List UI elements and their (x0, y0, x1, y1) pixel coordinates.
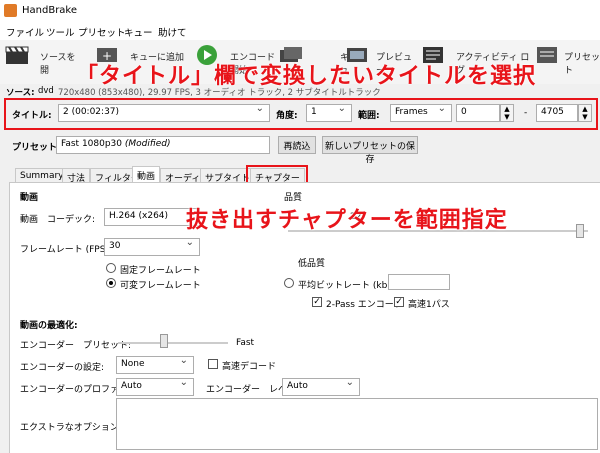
range-type-select[interactable]: Frames (390, 103, 452, 122)
level-select[interactable]: Auto (282, 377, 360, 396)
turbo-checkbox[interactable]: ✓ (394, 297, 404, 307)
range-start-spinner[interactable]: ▲ ▼ (500, 104, 514, 122)
source-details: 720x480 (853x480), 29.97 FPS, 3 オーディオ トラ… (58, 88, 381, 98)
range-end-spinner[interactable]: ▲ ▼ (578, 104, 592, 122)
angle-label: 角度: (276, 111, 298, 121)
video-section-title: 動画 (20, 193, 39, 203)
profile-select[interactable]: Auto (116, 377, 194, 396)
preset-modified: (Modified) (124, 139, 171, 149)
reload-preset-button[interactable]: 再読込 (278, 136, 316, 154)
range-label: 範囲: (358, 111, 380, 121)
tune-select[interactable]: None (116, 355, 194, 374)
level-value: Auto (287, 381, 308, 391)
clapperboard-icon (5, 46, 29, 64)
avg-bitrate-input[interactable] (388, 274, 450, 290)
source-info-row: ソース: dvd 720x480 (853x480), 29.97 FPS, 3… (0, 84, 600, 98)
range-type-value: Frames (395, 107, 428, 117)
quality-slider-thumb[interactable] (576, 224, 584, 238)
angle-select-value: 1 (311, 107, 317, 117)
encoder-preset-thumb[interactable] (160, 334, 168, 348)
source-label: ソース: (6, 88, 35, 98)
constant-fps-label: 固定フレームレート (120, 266, 201, 276)
preset-name: Fast 1080p30 (61, 139, 123, 149)
title-select[interactable]: 2 (00:02:37) (58, 103, 270, 122)
variable-fps-label: 可変フレームレート (120, 281, 201, 291)
fast-decode-label: 高速デコード (222, 362, 277, 372)
turbo-label: 高速1パス (408, 300, 450, 310)
framerate-value: 30 (109, 241, 121, 251)
codec-value: H.264 (x264) (109, 211, 169, 221)
constant-fps-radio[interactable] (106, 263, 116, 273)
framerate-select[interactable]: 30 (104, 237, 200, 256)
presets-icon (537, 47, 557, 63)
title-select-value: 2 (00:02:37) (63, 107, 120, 117)
preset-label: プリセット (12, 143, 58, 153)
window-title: HandBrake (22, 5, 78, 16)
menu-file[interactable]: ファイル (6, 25, 44, 39)
avg-bitrate-radio[interactable] (284, 278, 294, 288)
title-bar: HandBrake (0, 0, 600, 22)
title-label: タイトル: (12, 111, 52, 121)
encoder-preset-track (118, 342, 228, 344)
angle-select[interactable]: 1 (306, 103, 352, 122)
fast-decode-checkbox[interactable] (208, 359, 218, 369)
menu-tools[interactable]: ツール (46, 25, 75, 39)
profile-value: Auto (121, 381, 142, 391)
source-name: dvd (38, 86, 54, 96)
variable-fps-radio[interactable] (106, 278, 116, 288)
range-start-input[interactable]: 0 (456, 104, 500, 122)
two-pass-checkbox[interactable]: ✓ (312, 297, 322, 307)
open-source-button[interactable]: ソースを開 (4, 44, 84, 76)
tune-label: エンコーダーの設定: (20, 363, 105, 373)
menu-presets[interactable]: プリセット (78, 25, 126, 39)
preset-selector[interactable]: Fast 1080p30 (Modified) (56, 136, 270, 154)
encoder-preset-label: エンコーダー プリセット: (20, 341, 132, 351)
presets-label: プリセット (564, 53, 600, 76)
handbrake-app-icon (4, 4, 17, 17)
codec-label: 動画 コーデック: (20, 215, 96, 225)
menu-help[interactable]: 助けて (158, 25, 187, 39)
encoder-preset-value: Fast (236, 338, 255, 348)
range-end-input[interactable]: 4705 (536, 104, 578, 122)
framerate-label: フレームレート (FPS): (20, 245, 112, 255)
optimize-section-title: 動画の最適化: (20, 321, 78, 331)
tune-value: None (121, 359, 145, 369)
presets-button[interactable]: プリセット (534, 44, 600, 76)
range-separator: - (524, 108, 528, 118)
save-new-preset-button[interactable]: 新しいプリセットの保存 (322, 136, 418, 165)
low-quality-label: 低品質 (298, 259, 326, 269)
two-pass-label: 2-Pass エンコード (326, 300, 403, 310)
menu-bar: ファイル ツール プリセット キュー 助けて (0, 22, 600, 40)
chapter-callout: 抜き出すチャプターを範囲指定 (186, 208, 508, 233)
extra-options-textarea[interactable] (116, 398, 598, 450)
menu-queue[interactable]: キュー (124, 25, 153, 39)
